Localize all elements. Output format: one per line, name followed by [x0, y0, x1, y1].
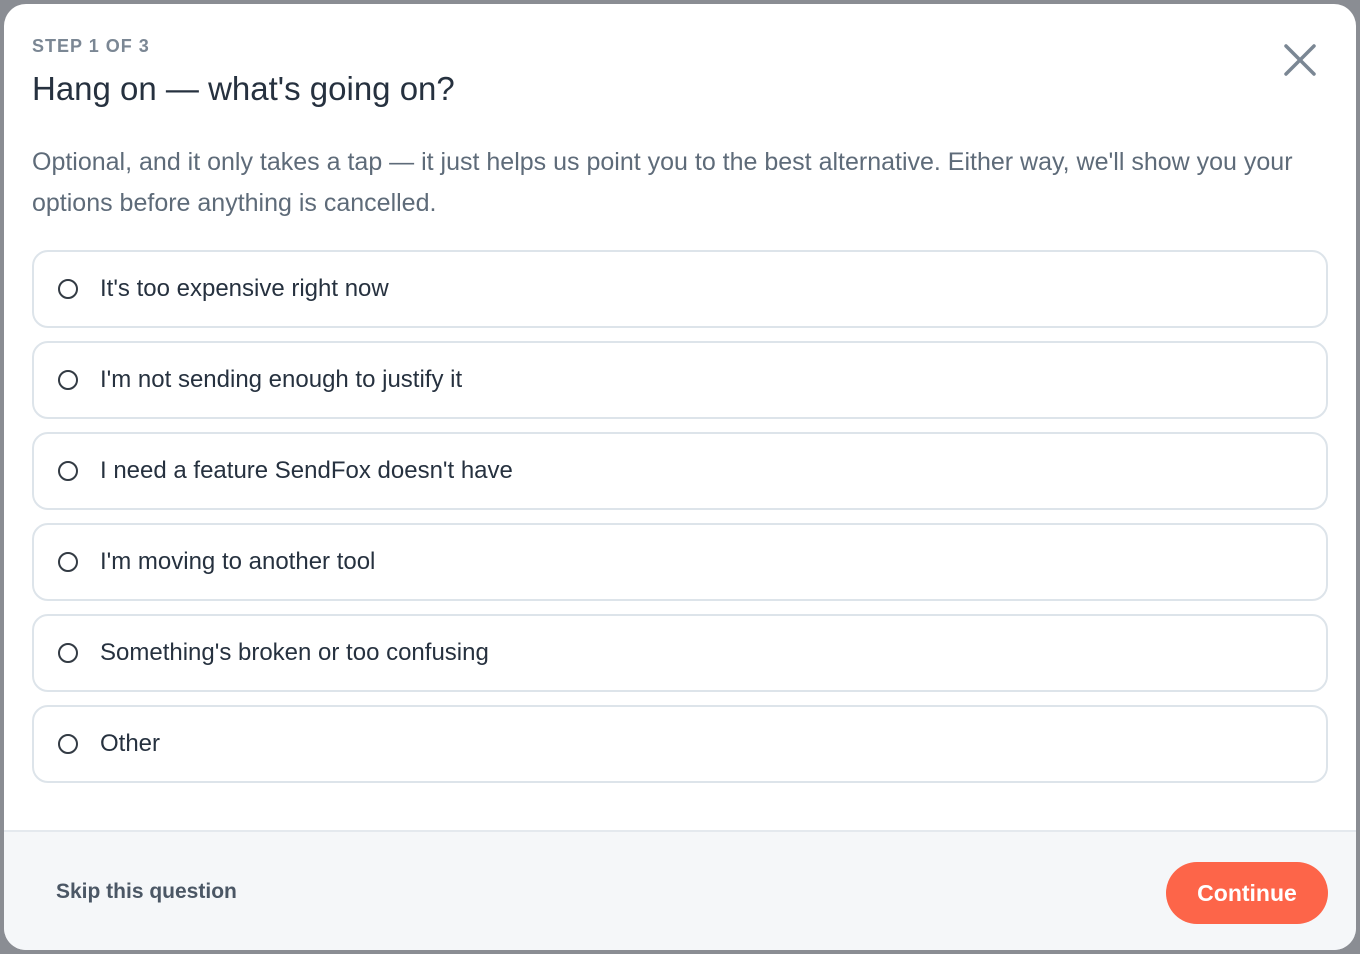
radio-button[interactable] [58, 734, 78, 754]
skip-question-link[interactable]: Skip this question [56, 880, 237, 904]
option-broken-confusing[interactable]: Something's broken or too confusing [32, 614, 1328, 692]
option-need-feature[interactable]: I need a feature SendFox doesn't have [32, 432, 1328, 510]
option-moving-tool[interactable]: I'm moving to another tool [32, 523, 1328, 601]
radio-button[interactable] [58, 552, 78, 572]
dialog-title: Hang on — what's going on? [32, 70, 455, 107]
radio-button[interactable] [58, 370, 78, 390]
reason-options: It's too expensive right now I'm not sen… [32, 250, 1328, 796]
option-not-sending-enough[interactable]: I'm not sending enough to justify it [32, 341, 1328, 419]
radio-button[interactable] [58, 279, 78, 299]
dialog-description: Optional, and it only takes a tap — it j… [32, 148, 1293, 217]
step-indicator: STEP 1 OF 3 [32, 36, 150, 56]
close-button[interactable] [1278, 38, 1322, 82]
option-label: I need a feature SendFox doesn't have [100, 457, 513, 484]
option-too-expensive[interactable]: It's too expensive right now [32, 250, 1328, 328]
option-label: I'm not sending enough to justify it [100, 366, 463, 393]
radio-button[interactable] [58, 643, 78, 663]
option-label: It's too expensive right now [100, 275, 389, 302]
option-other[interactable]: Other [32, 705, 1328, 783]
radio-button[interactable] [58, 461, 78, 481]
dialog-footer: Skip this question Continue [4, 830, 1356, 950]
close-icon [1284, 44, 1316, 76]
option-label: Something's broken or too confusing [100, 639, 489, 666]
cancel-survey-dialog: STEP 1 OF 3 Hang on — what's going on? O… [4, 4, 1356, 950]
option-label: Other [100, 730, 161, 757]
continue-button[interactable]: Continue [1166, 862, 1328, 924]
option-label: I'm moving to another tool [100, 548, 376, 575]
